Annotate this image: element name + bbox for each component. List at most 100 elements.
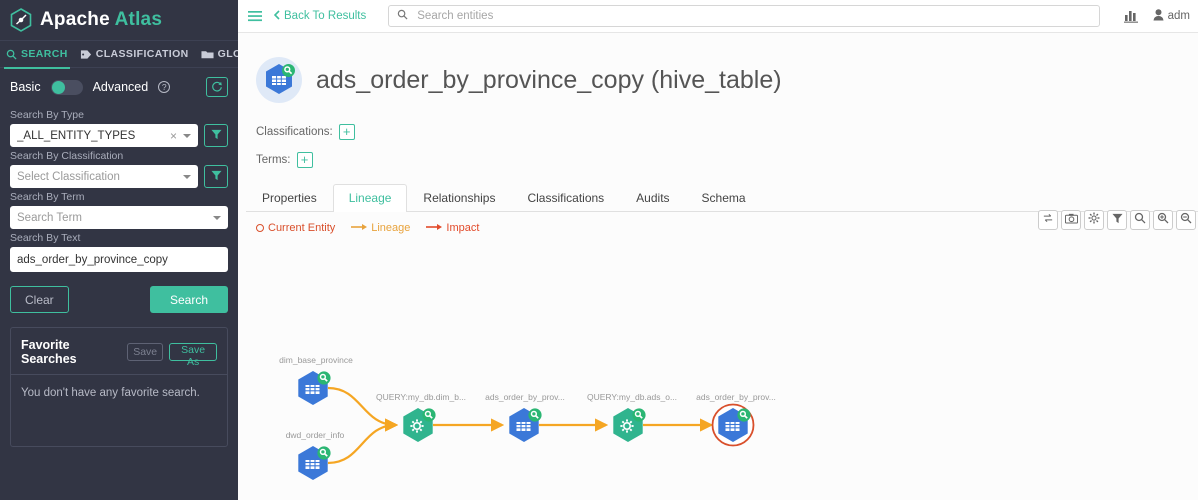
lineage-graph[interactable]: dim_base_provincedwd_order_infoQUERY:my_… bbox=[238, 240, 1198, 500]
zoom-in-button[interactable] bbox=[1153, 210, 1173, 230]
main-content: Back To Results bbox=[238, 0, 1198, 500]
chevron-down-icon-2 bbox=[183, 175, 191, 179]
search-mode-row: Basic Advanced ? bbox=[10, 68, 228, 106]
legend-lineage-label: Lineage bbox=[371, 222, 410, 234]
camera-icon bbox=[1065, 211, 1078, 229]
mode-toggle[interactable] bbox=[51, 80, 83, 95]
tab-properties[interactable]: Properties bbox=[246, 184, 333, 212]
user-menu[interactable]: adm bbox=[1153, 9, 1190, 24]
favorite-searches-panel: Favorite Searches Save Save As You don't… bbox=[10, 327, 228, 447]
entity-header: ads_order_by_province_copy (hive_table) … bbox=[238, 33, 1198, 168]
search-by-type-value: _ALL_ENTITY_TYPES bbox=[17, 130, 170, 142]
mode-advanced-label: Advanced bbox=[93, 80, 149, 94]
search-by-text-input[interactable] bbox=[10, 247, 228, 272]
search-entities-input[interactable] bbox=[415, 9, 1090, 23]
lineage-process-node[interactable] bbox=[613, 408, 645, 442]
type-filter-button[interactable] bbox=[204, 124, 228, 147]
tab-audits[interactable]: Audits bbox=[620, 184, 685, 212]
sidebar: Apache Atlas SEARCH bbox=[0, 0, 238, 500]
add-term-button[interactable]: + bbox=[297, 152, 313, 168]
favorite-save-button[interactable]: Save bbox=[127, 343, 163, 361]
refresh-icon bbox=[211, 80, 223, 95]
entity-title-row: ads_order_by_province_copy (hive_table) bbox=[256, 49, 1198, 112]
mode-toggle-knob bbox=[52, 81, 65, 94]
brand-word-apache: Apache bbox=[40, 9, 110, 30]
classification-filter-button[interactable] bbox=[204, 165, 228, 188]
lineage-table-node[interactable] bbox=[298, 446, 330, 480]
refresh-button[interactable] bbox=[206, 77, 228, 97]
search-by-term-select[interactable]: Search Term bbox=[10, 206, 228, 229]
reset-layout-icon bbox=[1042, 211, 1054, 229]
graph-filter-button[interactable] bbox=[1107, 210, 1127, 230]
lineage-table-node[interactable] bbox=[509, 408, 541, 442]
lineage-node-label: QUERY:my_db.dim_b... bbox=[376, 392, 466, 402]
entity-search-box[interactable] bbox=[388, 5, 1099, 27]
atlas-hexagon-logo-icon bbox=[10, 8, 32, 32]
terms-row: Terms: + bbox=[256, 152, 1198, 168]
search-by-term-row: Search Term bbox=[10, 206, 228, 229]
node-search-badge-icon bbox=[317, 371, 330, 384]
camera-button[interactable] bbox=[1061, 210, 1081, 230]
back-to-results-label: Back To Results bbox=[284, 10, 366, 22]
lineage-table-node[interactable] bbox=[713, 405, 754, 446]
add-classification-button[interactable]: + bbox=[339, 124, 355, 140]
table-grid-icon-node bbox=[306, 382, 320, 394]
filter-icon-graph bbox=[1112, 211, 1123, 229]
lineage-svg[interactable]: dim_base_provincedwd_order_infoQUERY:my_… bbox=[238, 240, 1198, 500]
question-mark-icon[interactable]: ? bbox=[158, 81, 170, 93]
graph-search-button[interactable] bbox=[1130, 210, 1150, 230]
reset-layout-button[interactable] bbox=[1038, 210, 1058, 230]
search-by-term-value: Search Term bbox=[17, 212, 213, 224]
terms-label: Terms: bbox=[256, 154, 291, 166]
search-by-classification-select[interactable]: Select Classification bbox=[10, 165, 198, 188]
sidebar-item-classification[interactable]: CLASSIFICATION bbox=[76, 41, 197, 67]
sidebar-item-classification-label: CLASSIFICATION bbox=[96, 48, 189, 60]
settings-button[interactable] bbox=[1084, 210, 1104, 230]
tab-classifications[interactable]: Classifications bbox=[511, 184, 620, 212]
tab-relationships[interactable]: Relationships bbox=[407, 184, 511, 212]
topbar: Back To Results bbox=[238, 0, 1198, 33]
table-grid-icon-node bbox=[517, 419, 531, 431]
clear-button[interactable]: Clear bbox=[10, 286, 69, 313]
table-grid-icon-node bbox=[726, 419, 740, 431]
filter-icon-2 bbox=[211, 168, 222, 186]
search-by-term-label: Search By Term bbox=[10, 191, 228, 203]
legend-impact-label: Impact bbox=[446, 222, 479, 234]
folder-icon bbox=[201, 49, 214, 60]
sidebar-item-glossary-label: GLOSSARY bbox=[218, 48, 238, 60]
classifications-label: Classifications: bbox=[256, 126, 333, 138]
chevron-left-icon bbox=[274, 10, 280, 23]
page-title: ads_order_by_province_copy (hive_table) bbox=[316, 66, 782, 95]
tab-schema[interactable]: Schema bbox=[686, 184, 762, 212]
bar-chart-icon[interactable] bbox=[1124, 9, 1139, 23]
lineage-process-node[interactable] bbox=[403, 408, 435, 442]
search-by-text-label: Search By Text bbox=[10, 232, 228, 244]
mode-basic-label: Basic bbox=[10, 80, 41, 94]
zoom-out-button[interactable] bbox=[1176, 210, 1196, 230]
search-by-classification-value: Select Classification bbox=[17, 171, 183, 183]
search-button[interactable]: Search bbox=[150, 286, 228, 313]
sidebar-item-search[interactable]: SEARCH bbox=[2, 41, 76, 67]
sidebar-item-glossary[interactable]: GLOSSARY bbox=[197, 41, 238, 67]
lineage-table-node[interactable] bbox=[298, 371, 330, 405]
node-search-badge-icon bbox=[422, 408, 435, 421]
search-by-type-select[interactable]: _ALL_ENTITY_TYPES × bbox=[10, 124, 198, 147]
brand-text: Apache Atlas bbox=[40, 9, 162, 31]
sidebar-body: Basic Advanced ? Search By Type _ALL_EN bbox=[0, 68, 238, 447]
lineage-node-label: dwd_order_info bbox=[286, 430, 345, 440]
tag-icon bbox=[80, 49, 92, 60]
arrow-right-icon-lineage bbox=[351, 222, 367, 234]
lineage-node-label: QUERY:my_db.ads_o... bbox=[587, 392, 677, 402]
lineage-toolbar bbox=[1038, 210, 1196, 230]
arrow-right-icon-impact bbox=[426, 222, 442, 234]
node-search-badge-icon bbox=[737, 408, 750, 421]
user-icon bbox=[1153, 9, 1164, 24]
clear-type-icon[interactable]: × bbox=[170, 129, 177, 143]
favorite-searches-empty: You don't have any favorite search. bbox=[11, 375, 227, 411]
hamburger-icon[interactable] bbox=[246, 8, 264, 24]
hive-table-icon bbox=[256, 57, 302, 103]
tab-lineage[interactable]: Lineage bbox=[333, 184, 408, 212]
back-to-results-link[interactable]: Back To Results bbox=[274, 10, 366, 23]
favorite-save-as-button[interactable]: Save As bbox=[169, 343, 217, 361]
node-search-badge-icon bbox=[632, 408, 645, 421]
